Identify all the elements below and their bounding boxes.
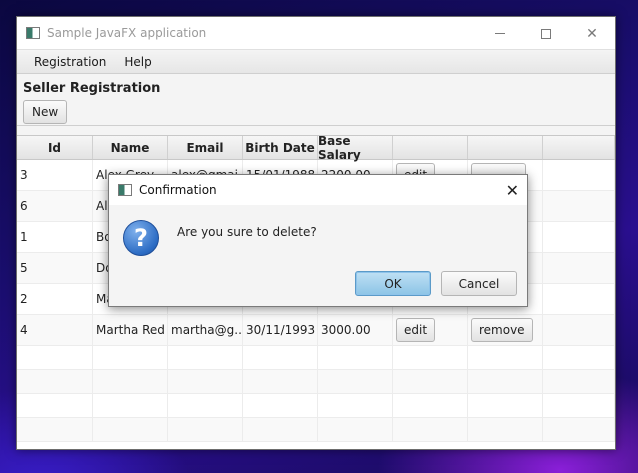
header-email[interactable]: Email (168, 136, 243, 159)
cell-id: 1 (17, 222, 93, 252)
cell-email: martha@g... (168, 315, 243, 345)
dialog-buttons: OK Cancel (355, 271, 517, 296)
toolbar: New (17, 96, 615, 126)
dialog-message: Are you sure to delete? (177, 225, 317, 239)
cell-extra (543, 160, 615, 190)
question-icon: ? (123, 220, 159, 256)
table-row[interactable]: 4 Martha Red martha@g... 30/11/1993 3000… (17, 315, 615, 346)
cell-extra (543, 191, 615, 221)
empty-row (17, 370, 615, 394)
ok-button[interactable]: OK (355, 271, 431, 296)
dialog-title-bar: Confirmation ✕ (109, 175, 527, 205)
cell-remove: remove (468, 315, 543, 345)
cell-extra (543, 222, 615, 252)
new-button[interactable]: New (23, 100, 68, 124)
header-extra (543, 136, 615, 159)
cell-edit: edit (393, 315, 468, 345)
cell-name: Martha Red (93, 315, 168, 345)
empty-row (17, 418, 615, 442)
minimize-button[interactable] (477, 17, 523, 50)
window-title: Sample JavaFX application (47, 26, 207, 40)
header-base-salary[interactable]: Base Salary (318, 136, 393, 162)
cell-birth-date: 30/11/1993 (243, 315, 318, 345)
cell-base-salary: 3000.00 (318, 315, 393, 345)
dialog-body: ? Are you sure to delete? (109, 205, 527, 271)
cell-extra (543, 284, 615, 314)
cell-id: 3 (17, 160, 93, 190)
close-icon: ✕ (586, 25, 598, 42)
app-icon (118, 184, 132, 196)
maximize-button[interactable] (523, 17, 569, 50)
header-id[interactable]: Id (17, 136, 93, 159)
minimize-icon (495, 33, 505, 34)
page-title: Seller Registration (23, 81, 161, 96)
dialog-title: Confirmation (139, 183, 217, 197)
cell-extra (543, 253, 615, 283)
cell-id: 2 (17, 284, 93, 314)
header-name[interactable]: Name (93, 136, 168, 159)
close-button[interactable]: ✕ (569, 17, 615, 50)
confirmation-dialog: Confirmation ✕ ? Are you sure to delete?… (108, 174, 528, 307)
menu-bar: Registration Help (17, 50, 615, 74)
cell-extra (543, 315, 615, 345)
cell-id: 5 (17, 253, 93, 283)
header-birth-date[interactable]: Birth Date (243, 136, 318, 159)
table-header: Id Name Email Birth Date Base Salary (17, 136, 615, 162)
header-remove (468, 136, 543, 159)
cell-id: 4 (17, 315, 93, 345)
title-bar: Sample JavaFX application ✕ (17, 17, 615, 50)
maximize-icon (541, 28, 551, 39)
remove-button[interactable]: remove (471, 318, 533, 342)
dialog-close-icon[interactable]: ✕ (506, 181, 519, 200)
empty-row (17, 346, 615, 370)
menu-registration[interactable]: Registration (25, 55, 115, 69)
cancel-button[interactable]: Cancel (441, 271, 517, 296)
app-icon (26, 27, 40, 39)
header-edit (393, 136, 468, 159)
menu-help[interactable]: Help (115, 55, 160, 69)
cell-id: 6 (17, 191, 93, 221)
empty-row (17, 394, 615, 418)
edit-button[interactable]: edit (396, 318, 436, 342)
